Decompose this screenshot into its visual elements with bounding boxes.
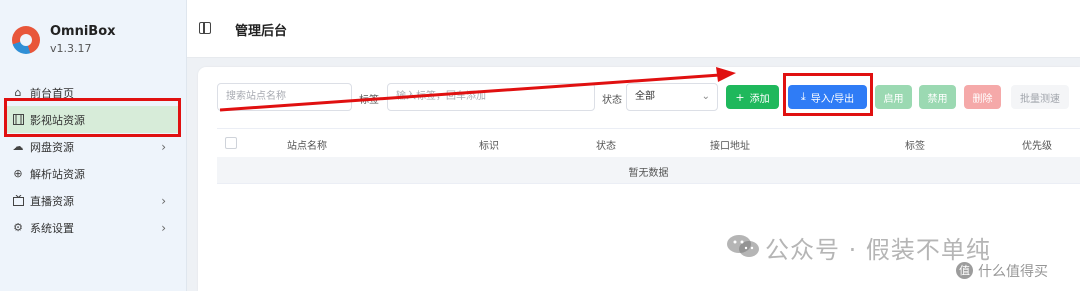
watermark-secondary: 什么值得买 (978, 264, 1048, 280)
wechat-icon (727, 235, 759, 257)
zhi-badge-icon: 值 (956, 262, 973, 279)
watermark-text: 公众号 · 假装不单纯 (765, 236, 991, 264)
